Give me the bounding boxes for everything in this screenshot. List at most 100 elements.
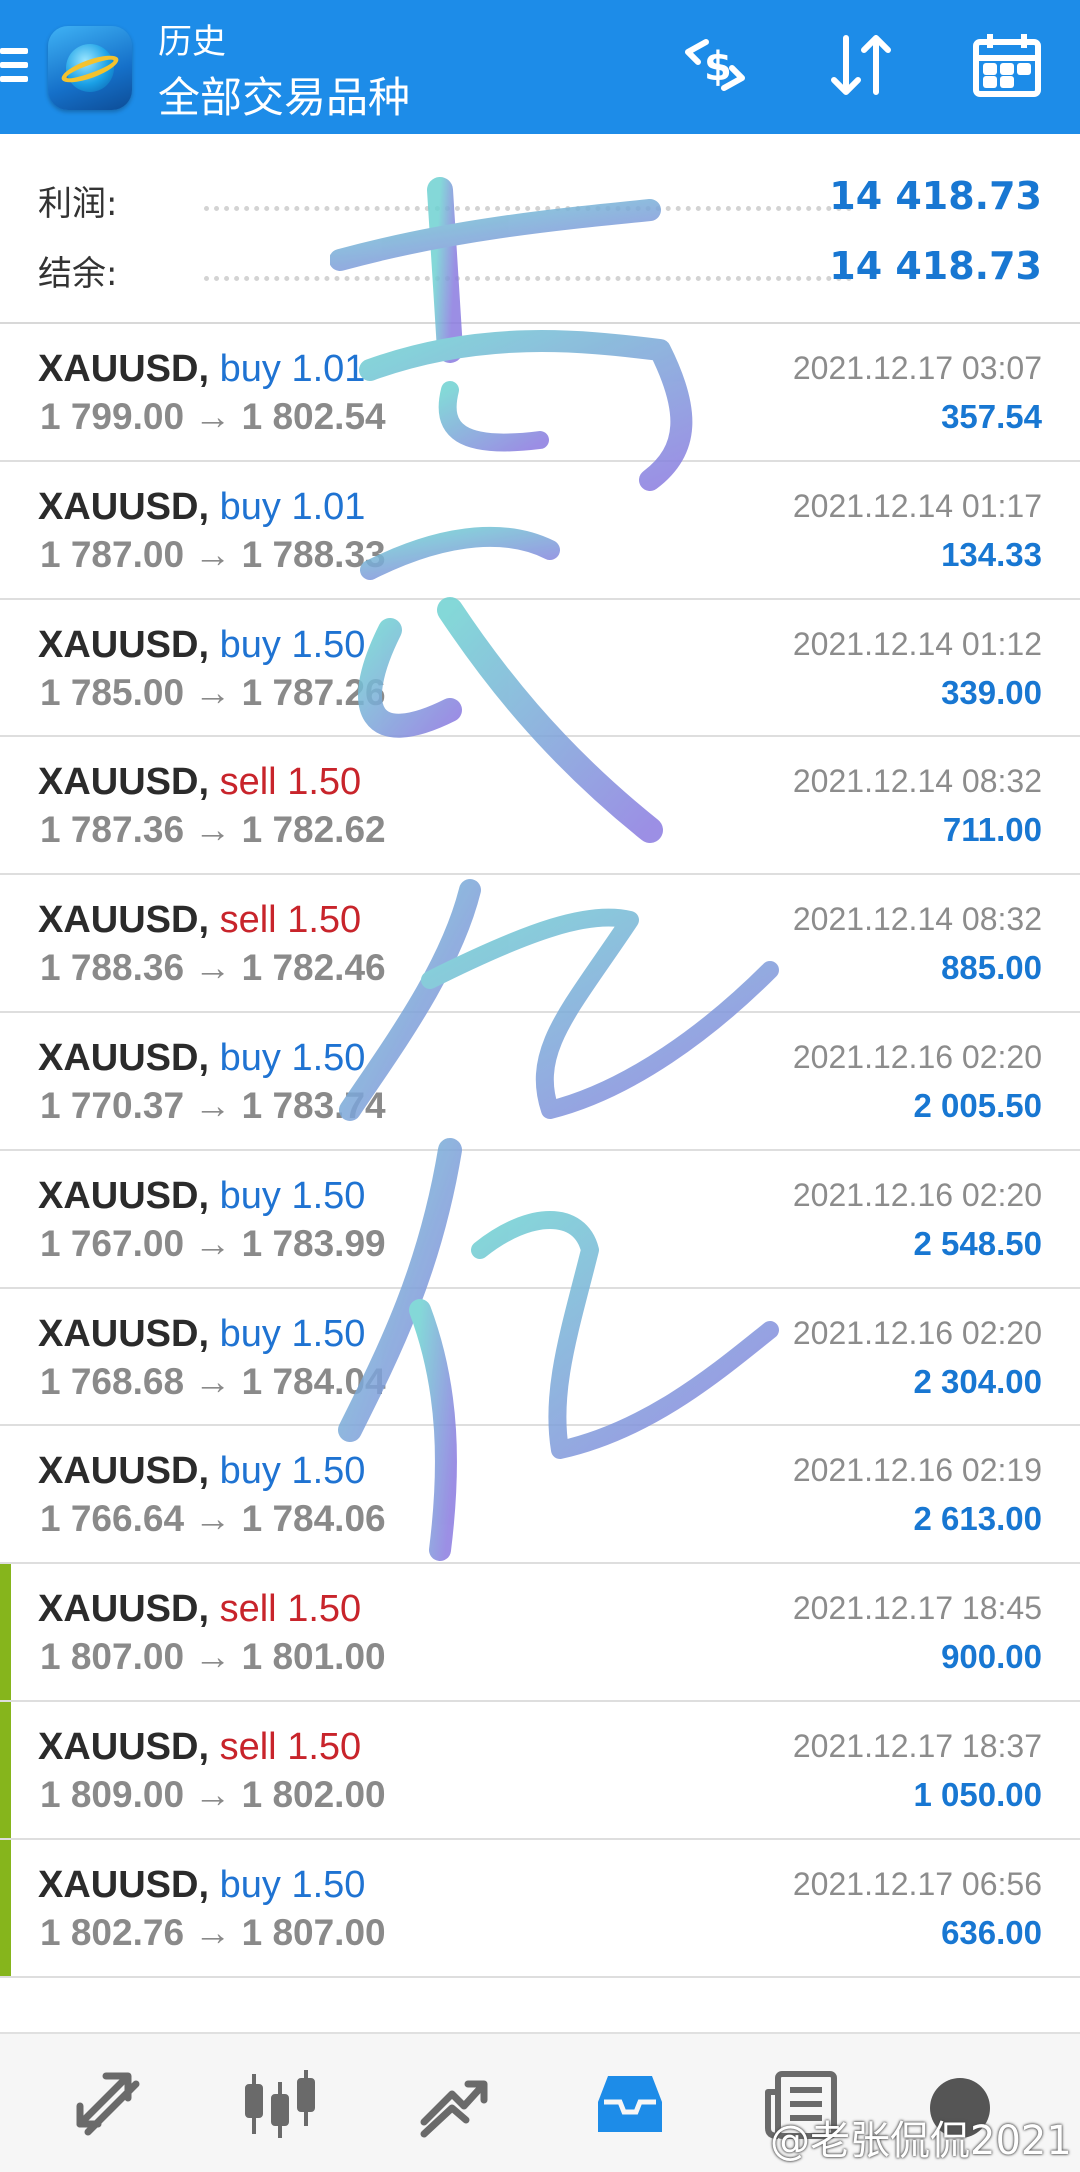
trade-symbol: XAUUSD, sell 1.50	[38, 1588, 361, 1631]
row-marker	[0, 1564, 11, 1700]
trade-profit: 2 005.50	[913, 1086, 1042, 1124]
trade-time: 2021.12.16 02:20	[792, 1176, 1042, 1213]
weibo-watermark: @老张侃侃2021	[770, 2118, 1072, 2164]
trade-list: XAUUSD, buy 1.01 1 799.00 → 1 802.54 2021.…	[0, 324, 1080, 1978]
trade-row[interactable]: XAUUSD, sell 1.50 1 787.36 → 1 782.62 2021…	[0, 737, 1080, 876]
symbol-text: XAUUSD,	[38, 1036, 210, 1079]
trade-symbol: XAUUSD, buy 1.50	[38, 1450, 365, 1493]
trade-side: buy	[219, 1450, 281, 1493]
trade-side: sell	[219, 761, 277, 804]
trade-profit: 357.54	[941, 398, 1042, 435]
balance-value: 14 418.73	[829, 244, 1042, 288]
trade-symbol: XAUUSD, buy 1.50	[38, 1037, 365, 1080]
trade-prices: 1 809.00 → 1 802.00	[40, 1773, 386, 1815]
divider	[204, 276, 852, 281]
quotes-icon[interactable]	[66, 2062, 150, 2146]
trade-prices: 1 766.64 → 1 784.06	[40, 1498, 386, 1540]
trade-symbol: XAUUSD, buy 1.50	[38, 1313, 365, 1356]
trade-volume: 1.01	[291, 485, 366, 528]
trade-profit: 134.33	[941, 535, 1042, 573]
sort-icon[interactable]	[822, 30, 900, 100]
calendar-icon[interactable]	[968, 30, 1046, 100]
trade-prices: 1 768.68 → 1 784.04	[40, 1360, 386, 1402]
trade-profit: 1 050.00	[913, 1775, 1042, 1813]
trade-profit: 2 304.00	[913, 1362, 1042, 1400]
symbol-text: XAUUSD,	[38, 761, 210, 804]
trade-profit: 339.00	[941, 673, 1042, 711]
symbol-text: XAUUSD,	[38, 1863, 210, 1906]
trade-volume: 1.50	[291, 1174, 366, 1217]
bottom-nav: @老张侃侃2021	[0, 2032, 1080, 2172]
deposit-withdraw-icon[interactable]: $	[676, 30, 754, 100]
trade-row[interactable]: XAUUSD, buy 1.50 1 766.64 → 1 784.06 2021.…	[0, 1426, 1080, 1565]
trade-side: sell	[219, 899, 277, 942]
trade-prices: 1 802.76 → 1 807.00	[40, 1911, 386, 1953]
profit-value: 14 418.73	[829, 174, 1042, 218]
trade-row[interactable]: XAUUSD, sell 1.50 1 809.00 → 1 802.00 2021…	[0, 1701, 1080, 1840]
trade-prices: 1 767.00 → 1 783.99	[40, 1222, 386, 1264]
page-title: 历史	[158, 22, 226, 62]
trade-time: 2021.12.16 02:20	[792, 1314, 1042, 1351]
trade-side: buy	[219, 1036, 281, 1079]
trade-row[interactable]: XAUUSD, buy 1.50 1 768.68 → 1 784.04 2021.…	[0, 1289, 1080, 1427]
trade-row[interactable]: XAUUSD, buy 1.01 1 799.00 → 1 802.54 2021.…	[0, 324, 1080, 462]
symbol-text: XAUUSD,	[38, 1312, 210, 1355]
trade-time: 2021.12.17 18:37	[792, 1727, 1042, 1764]
trade-row[interactable]: XAUUSD, sell 1.50 1 788.36 → 1 782.46 2021…	[0, 875, 1080, 1013]
symbol-text: XAUUSD,	[38, 348, 210, 390]
trade-profit: 2 548.50	[913, 1224, 1042, 1262]
trade-symbol: XAUUSD, sell 1.50	[38, 899, 361, 942]
trade-prices: 1 787.36 → 1 782.62	[40, 809, 386, 851]
trade-side: buy	[219, 1174, 281, 1217]
trade-volume: 1.50	[291, 1312, 366, 1355]
symbol-text: XAUUSD,	[38, 899, 210, 942]
symbol-filter[interactable]: 全部交易品种	[158, 64, 410, 125]
trade-prices: 1 787.00 → 1 788.33	[40, 533, 386, 575]
trade-prices: 1 807.00 → 1 801.00	[40, 1636, 386, 1678]
trade-profit: 900.00	[941, 1638, 1042, 1676]
trade-prices: 1 770.37 → 1 783.74	[40, 1084, 386, 1126]
trade-prices: 1 788.36 → 1 782.46	[40, 947, 386, 989]
summary-panel: 利润: 14 418.73 结余: 14 418.73	[0, 134, 1080, 324]
trade-icon[interactable]	[412, 2062, 496, 2146]
menu-icon[interactable]	[0, 48, 28, 88]
chart-icon[interactable]	[238, 2062, 322, 2146]
trade-row[interactable]: XAUUSD, buy 1.50 1 767.00 → 1 783.99 2021.…	[0, 1151, 1080, 1289]
trade-volume: 1.50	[287, 1725, 362, 1768]
trade-row[interactable]: XAUUSD, buy 1.50 1 785.00 → 1 787.26 2021.…	[0, 600, 1080, 738]
trade-symbol: XAUUSD, sell 1.50	[38, 1726, 361, 1769]
trade-time: 2021.12.14 01:12	[792, 625, 1042, 662]
trade-volume: 1.50	[287, 899, 362, 942]
trade-symbol: XAUUSD, buy 1.50	[38, 1175, 365, 1218]
trade-time: 2021.12.17 03:07	[792, 350, 1042, 386]
trade-side: buy	[219, 623, 281, 666]
app-logo	[48, 26, 132, 110]
symbol-text: XAUUSD,	[38, 1588, 210, 1631]
divider	[204, 206, 852, 211]
trade-profit: 636.00	[941, 1913, 1042, 1951]
balance-row: 结余: 14 418.73	[38, 238, 1042, 298]
trade-symbol: XAUUSD, buy 1.01	[38, 348, 365, 391]
trade-profit: 711.00	[942, 811, 1042, 849]
trade-volume: 1.50	[287, 1588, 362, 1631]
profit-row: 利润: 14 418.73	[38, 168, 1042, 228]
symbol-text: XAUUSD,	[38, 1450, 210, 1493]
symbol-text: XAUUSD,	[38, 1725, 210, 1768]
trade-time: 2021.12.14 08:32	[792, 901, 1042, 938]
trade-volume: 1.50	[287, 761, 362, 804]
balance-label: 结余:	[38, 254, 118, 294]
trade-profit: 885.00	[941, 949, 1042, 987]
trade-symbol: XAUUSD, buy 1.50	[38, 1864, 365, 1907]
trade-side: buy	[219, 1863, 281, 1906]
trade-time: 2021.12.16 02:19	[792, 1452, 1042, 1489]
trade-symbol: XAUUSD, buy 1.01	[38, 486, 365, 529]
trade-time: 2021.12.17 06:56	[792, 1865, 1042, 1902]
trade-row[interactable]: XAUUSD, buy 1.50 1 770.37 → 1 783.74 2021.…	[0, 1013, 1080, 1151]
trade-row[interactable]: XAUUSD, sell 1.50 1 807.00 → 1 801.00 2021…	[0, 1564, 1080, 1702]
history-icon[interactable]	[588, 2062, 672, 2146]
trade-row[interactable]: XAUUSD, buy 1.01 1 787.00 → 1 788.33 2021.…	[0, 462, 1080, 600]
trade-prices: 1 799.00 → 1 802.54	[40, 396, 386, 437]
trade-symbol: XAUUSD, sell 1.50	[38, 761, 361, 804]
trade-row[interactable]: XAUUSD, buy 1.50 1 802.76 → 1 807.00 2021.…	[0, 1839, 1080, 1978]
trade-prices: 1 785.00 → 1 787.26	[40, 671, 386, 713]
